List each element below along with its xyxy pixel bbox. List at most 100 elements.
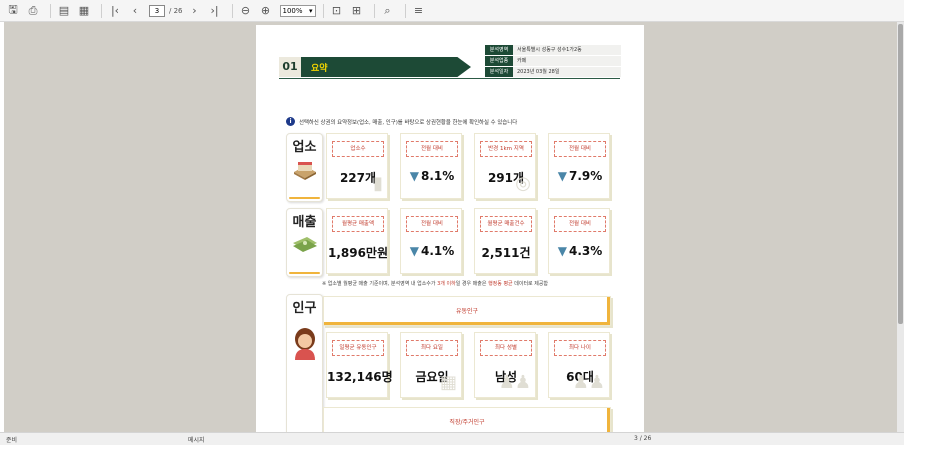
fit-page-icon[interactable]: ⊡ [329, 3, 345, 19]
scrollbar-thumb[interactable] [898, 24, 903, 324]
card-label: 최다 요일 [406, 340, 458, 356]
sales-side-block: 매출 [286, 208, 323, 277]
resident-population-header: 직장/주거인구 [323, 407, 611, 432]
resident-population-label: 직장/주거인구 [449, 419, 485, 426]
page-total: / 26 [169, 6, 183, 15]
stat-card: 월평균 매출액 1,896만원 [326, 208, 388, 274]
stat-card: 최다 성별 남성 ♟♟ [474, 332, 536, 398]
toolbar: 🖫 ⎙ ▤ ▦ |‹ ‹ 3 / 26 › ›| ⊖ ⊕ 100% ▾ ⊡ ⊞ … [0, 0, 904, 22]
export-icon[interactable]: ▦ [76, 3, 92, 19]
floating-population-header: 유동인구 [323, 296, 611, 326]
first-page-icon[interactable]: |‹ [107, 3, 123, 19]
card-value: 7.9% [568, 169, 603, 183]
info-key: 분석영역 [485, 45, 513, 55]
sales-footnote: ※ 업소별 월평균 매출 기준이며, 분석영역 내 업소수가 3개 이하일 경우… [322, 280, 548, 287]
card-value: 1,896만원 [327, 246, 389, 260]
card-label: 최다 성별 [480, 340, 532, 356]
down-arrow-icon: ▼ [557, 244, 567, 258]
card-value-row: ▼ 4.3% [549, 244, 611, 258]
analysis-info-table: 분석영역 서울특별시 성동구 성수1가2동 분석업종 카페 분석일자 2023년… [485, 45, 621, 78]
note-suffix: 데이터로 제공함 [512, 281, 549, 287]
toolbar-separator [322, 3, 324, 18]
calendar-icon: ▦ [439, 372, 457, 393]
card-value-row: ▼ 8.1% [401, 169, 463, 183]
person-icon [295, 328, 315, 360]
zoom-in-icon[interactable]: ⊕ [258, 3, 274, 19]
chevron-down-icon: ▾ [308, 6, 313, 15]
print-icon[interactable]: ⎙ [25, 3, 41, 19]
down-arrow-icon: ▼ [557, 169, 567, 183]
page-number-input[interactable]: 3 [149, 4, 165, 17]
card-label: 전월 대비 [406, 216, 458, 232]
population-side-block: 인구 [286, 294, 323, 432]
zoom-value: 100% [282, 6, 303, 15]
card-value: 132,146명 [327, 370, 393, 384]
status-page: 3 / 26 [634, 435, 652, 442]
watermark-icon: ◎ [515, 173, 531, 194]
status-bar: 준비 메시지 3 / 26 [0, 432, 904, 445]
population-label: 인구 [292, 301, 317, 316]
toolbar-separator [404, 3, 406, 18]
card-label: 업소수 [332, 141, 384, 157]
watermark-icon: ▮ [373, 173, 383, 194]
section-divider [279, 78, 620, 79]
stat-card: 전월 대비 ▼ 4.1% [400, 208, 462, 274]
side-accent-bar [289, 272, 320, 274]
stores-side-block: 업소 [286, 133, 323, 202]
status-message: 메시지 [188, 437, 205, 444]
fit-width-icon[interactable]: ⊞ [349, 3, 365, 19]
card-value-row: ▼ 7.9% [549, 169, 611, 183]
card-value-row: ▼ 4.1% [401, 244, 463, 258]
info-value: 서울특별시 성동구 성수1가2동 [513, 45, 621, 55]
info-icon: i [286, 117, 295, 126]
stat-card: 전월 대비 ▼ 8.1% [400, 133, 462, 199]
next-page-icon[interactable]: › [187, 3, 203, 19]
note-prefix: ※ 업소별 월평균 매출 기준이며, 분석영역 내 업소수가 [322, 281, 438, 287]
header-accent-bar [324, 322, 610, 325]
page-setup-icon[interactable]: ▤ [56, 3, 72, 19]
info-value: 카페 [513, 56, 621, 66]
info-value: 2023년 03월 28일 [513, 67, 621, 77]
stat-card: 업소수 227개 ▮ [326, 133, 388, 199]
floating-population-label: 유동인구 [455, 308, 479, 315]
info-key: 분석일자 [485, 67, 513, 77]
report-viewer-app: 🖫 ⎙ ▤ ▦ |‹ ‹ 3 / 26 › ›| ⊖ ⊕ 100% ▾ ⊡ ⊞ … [0, 0, 904, 445]
save-icon[interactable]: 🖫 [5, 3, 21, 19]
card-label: 전월 대비 [554, 141, 606, 157]
card-value: 8.1% [420, 169, 455, 183]
people-icon: ♟♟ [572, 372, 605, 393]
shop-icon [294, 162, 316, 180]
info-row: 분석일자 2023년 03월 28일 [485, 67, 621, 77]
stat-card: 전월 대비 ▼ 7.9% [548, 133, 610, 199]
vertical-scrollbar[interactable] [897, 22, 904, 432]
card-value: 2,511건 [481, 246, 531, 260]
stat-card: 최다 요일 금요일 ▦ [400, 332, 462, 398]
stat-card: 전월 대비 ▼ 4.3% [548, 208, 610, 274]
toolbar-separator [101, 3, 102, 18]
zoom-select[interactable]: 100% ▾ [279, 4, 316, 17]
note-highlight: 행정동 평균 [488, 281, 513, 287]
last-page-icon[interactable]: ›| [207, 3, 223, 19]
zoom-out-icon[interactable]: ⊖ [238, 3, 254, 19]
info-row: 분석영역 서울특별시 성동구 성수1가2동 [485, 45, 621, 55]
prev-page-icon[interactable]: ‹ [127, 3, 143, 19]
card-label: 반경 1km 지역 [480, 141, 532, 157]
info-row: 분석업종 카페 [485, 56, 621, 66]
card-label: 월평균 매출건수 [480, 216, 532, 232]
document-viewport[interactable]: 01 요약 분석영역 서울특별시 성동구 성수1가2동 분석업종 카페 분석일자… [4, 22, 901, 432]
down-arrow-icon: ▼ [409, 169, 419, 183]
toolbar-separator [50, 3, 51, 18]
find-icon[interactable]: ⌕ [380, 3, 396, 19]
status-ready: 준비 [6, 437, 18, 444]
menu-icon[interactable]: ≡ [411, 3, 427, 19]
card-label: 월평균 매출액 [332, 216, 384, 232]
stat-card: 월평균 매출건수 2,511건 [474, 208, 536, 274]
card-value: 4.1% [420, 244, 455, 258]
header-accent-edge [607, 408, 610, 432]
sales-label: 매출 [292, 215, 317, 230]
money-icon [293, 237, 317, 252]
section-title: 요약 [311, 64, 328, 74]
header-accent-edge [607, 297, 610, 325]
report-page: 01 요약 분석영역 서울특별시 성동구 성수1가2동 분석업종 카페 분석일자… [256, 25, 644, 432]
info-key: 분석업종 [485, 56, 513, 66]
